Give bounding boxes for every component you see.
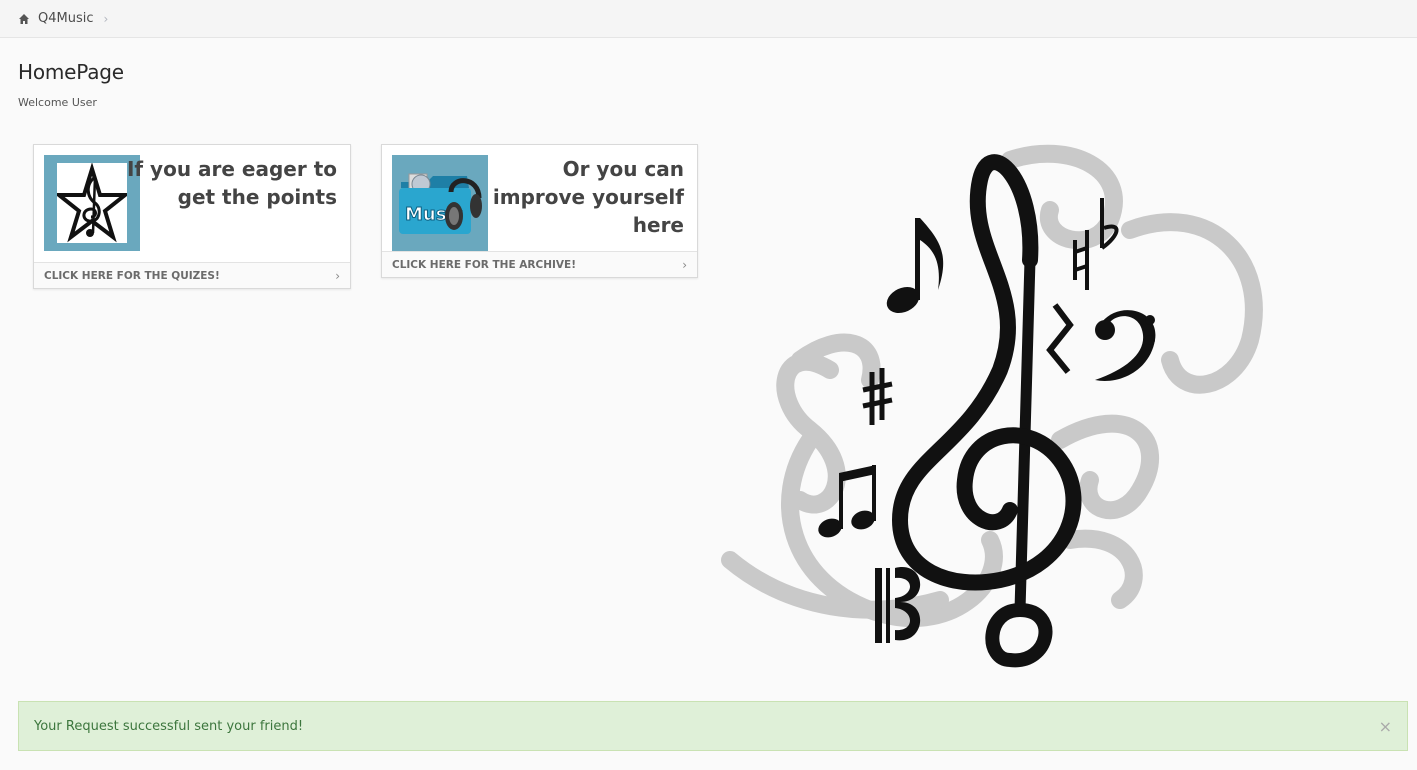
archive-card-line1: Or you can (562, 157, 684, 181)
archive-card-text: Or you can improve yourself here (493, 155, 684, 239)
alert-message: Your Request successful sent your friend… (34, 718, 304, 734)
archive-card[interactable]: Music Or you can improve yourself here C… (381, 144, 698, 278)
success-alert: Your Request successful sent your friend… (18, 701, 1408, 751)
archive-link[interactable]: CLICK HERE FOR THE ARCHIVE! › (382, 251, 697, 277)
breadcrumb-separator-icon: › (103, 11, 109, 26)
chevron-right-icon: › (335, 268, 340, 283)
breadcrumb-home-link[interactable]: Q4Music (38, 11, 94, 26)
archive-card-line2: improve yourself (492, 185, 684, 209)
quiz-card[interactable]: If you are eager to get the points CLICK… (33, 144, 351, 289)
treble-star-icon (44, 155, 140, 251)
home-icon[interactable] (18, 13, 30, 25)
page-header: HomePage Welcome User (18, 60, 124, 109)
quiz-card-text: If you are eager to get the points (127, 155, 337, 211)
quizzes-link[interactable]: CLICK HERE FOR THE QUIZES! › (34, 262, 350, 288)
page-title: HomePage (18, 60, 124, 84)
quiz-card-line1: If you are eager to (126, 157, 337, 181)
music-notes-illustration (710, 140, 1290, 705)
archive-link-label: CLICK HERE FOR THE ARCHIVE! (392, 258, 576, 271)
page-subtitle: Welcome User (18, 96, 97, 109)
music-folder-icon: Music (392, 155, 488, 251)
quizzes-link-label: CLICK HERE FOR THE QUIZES! (44, 269, 220, 282)
breadcrumb: Q4Music › (0, 0, 1417, 38)
close-icon[interactable]: × (1379, 719, 1392, 735)
archive-card-line3: here (632, 213, 684, 237)
chevron-right-icon: › (682, 257, 687, 272)
quiz-card-line2: get the points (177, 185, 337, 209)
